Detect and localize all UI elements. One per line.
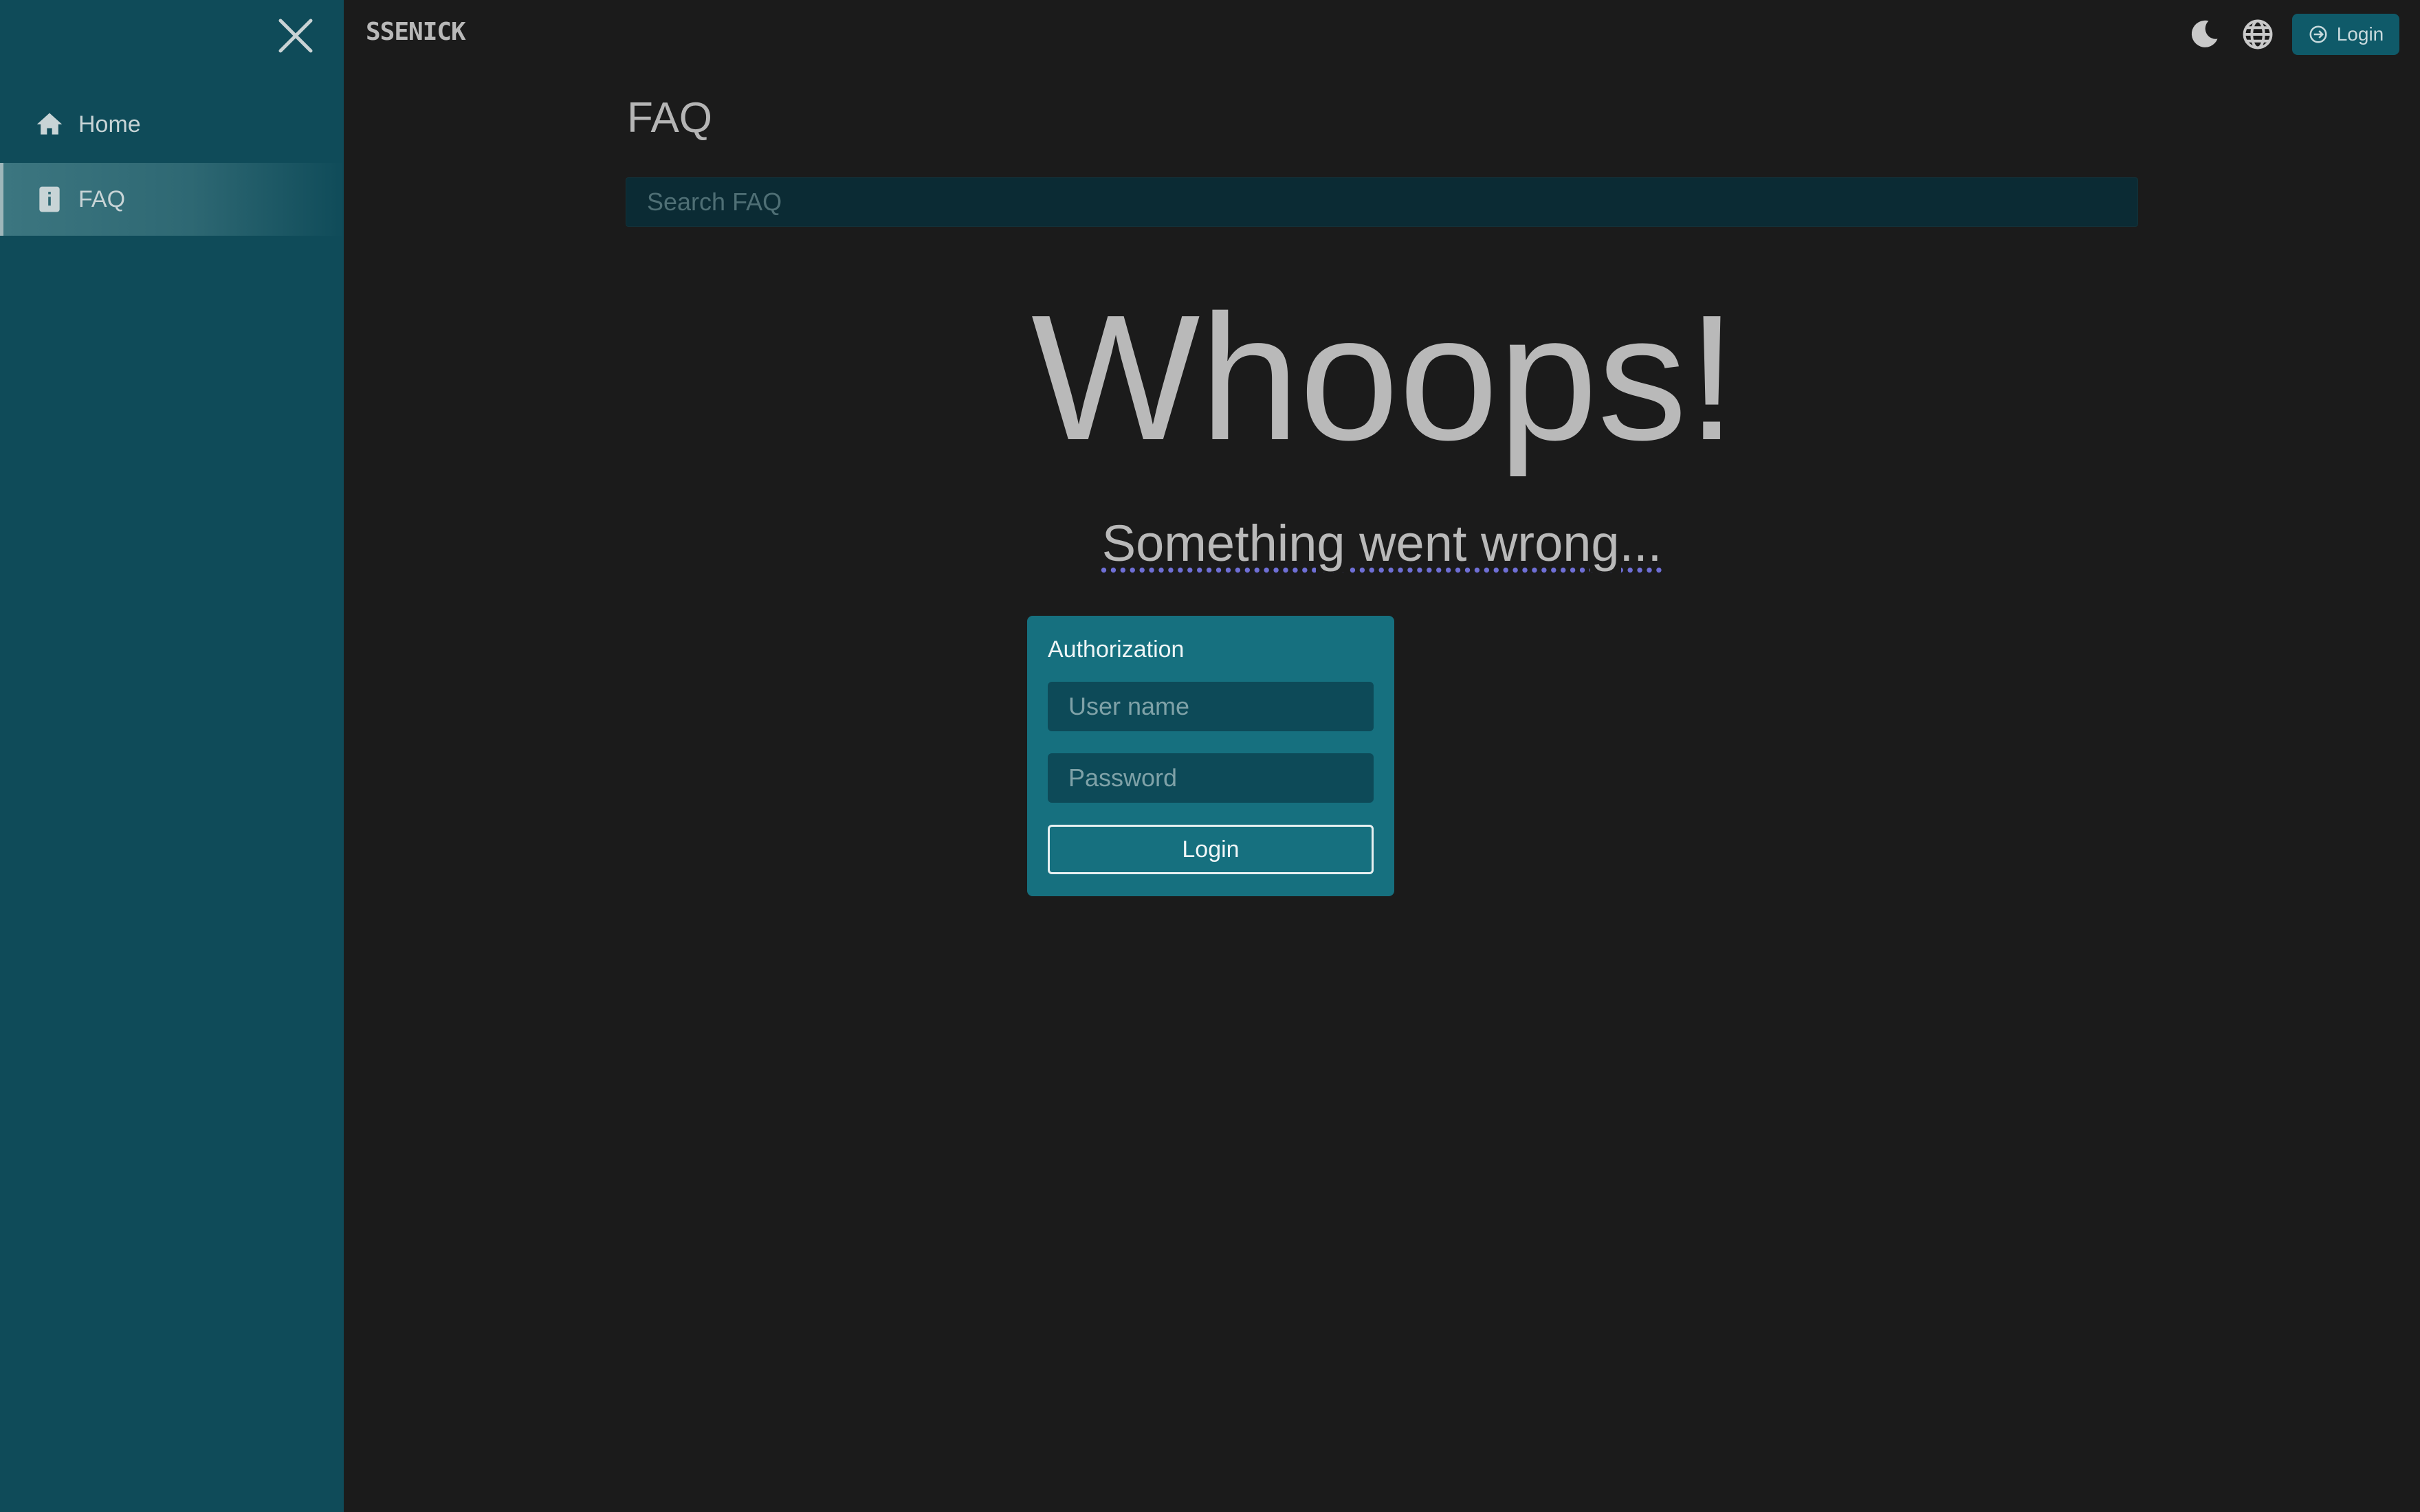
theme-toggle-button[interactable]: [2186, 16, 2222, 52]
username-field[interactable]: [1048, 682, 1374, 731]
login-button[interactable]: Login: [1048, 825, 1374, 874]
sidebar: Home FAQ: [0, 0, 344, 1512]
authorization-card: Authorization Login: [1027, 616, 1394, 896]
sidebar-item-home[interactable]: Home: [0, 88, 344, 161]
error-heading: Whoops!: [1031, 278, 1737, 478]
sidebar-item-label: Home: [78, 111, 141, 137]
moon-icon: [2191, 20, 2218, 47]
sidebar-item-label: FAQ: [78, 186, 126, 212]
close-icon: [278, 19, 313, 53]
password-field[interactable]: [1048, 753, 1374, 803]
close-sidebar-button[interactable]: [274, 14, 318, 58]
login-icon: [2309, 25, 2327, 43]
language-button[interactable]: [2240, 16, 2276, 52]
error-message: Something went wrong...: [1101, 515, 1662, 572]
brand-logo[interactable]: SSENICK: [366, 18, 466, 46]
page-title: FAQ: [627, 94, 713, 142]
info-book-icon: [34, 184, 65, 214]
home-icon: [34, 109, 65, 140]
header-login-button[interactable]: Login: [2292, 14, 2399, 55]
search-input[interactable]: [626, 177, 2138, 227]
authorization-title: Authorization: [1048, 636, 1185, 663]
globe-icon: [2243, 19, 2273, 49]
sidebar-item-faq[interactable]: FAQ: [0, 163, 344, 236]
header-login-label: Login: [2336, 23, 2384, 45]
